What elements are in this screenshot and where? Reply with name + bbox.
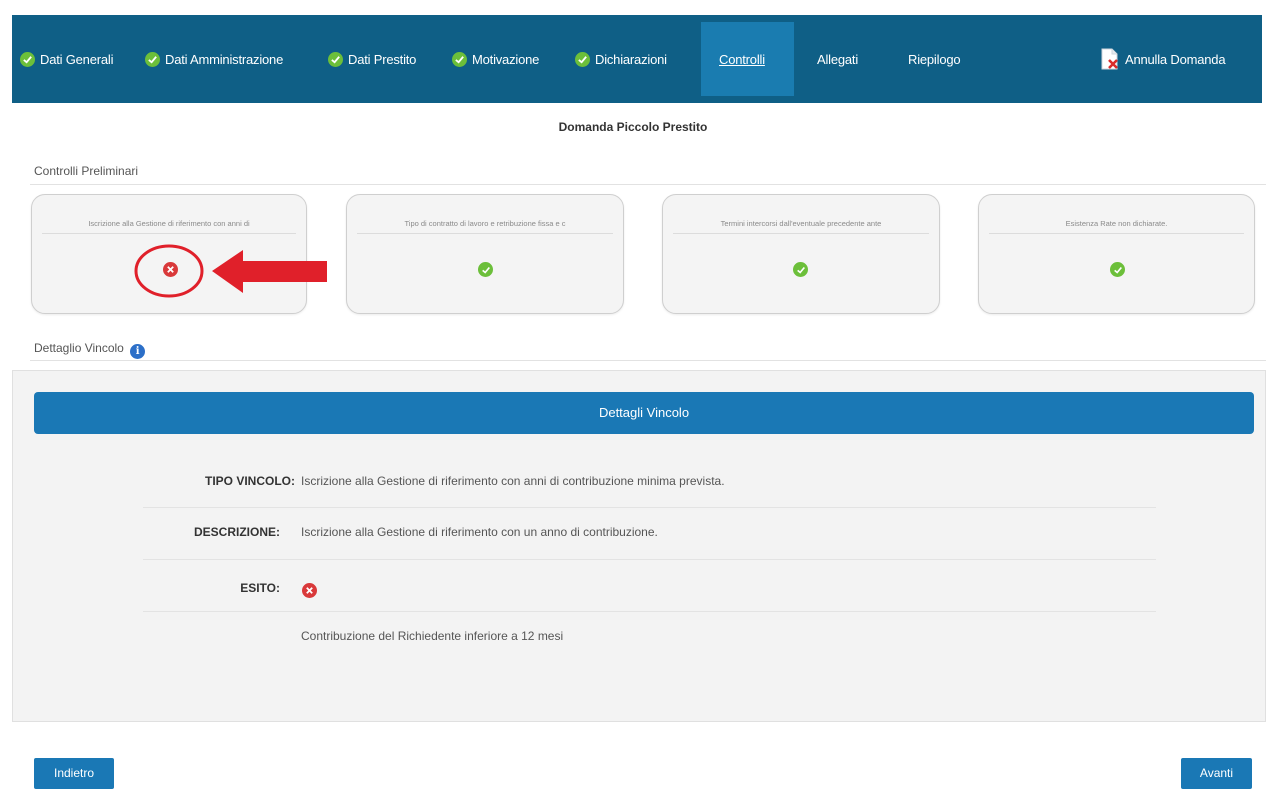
tab-label: Motivazione (472, 51, 540, 67)
tab-allegati[interactable]: Allegati (817, 45, 858, 73)
tab-label: Controlli (719, 51, 765, 67)
check-icon (145, 51, 160, 67)
ok-icon (793, 262, 808, 277)
tipo-vincolo-label: TIPO VINCOLO: (205, 474, 295, 488)
tab-label: Dichiarazioni (595, 51, 667, 67)
check-card-rate[interactable]: Esistenza Rate non dichiarate. (978, 194, 1255, 314)
tab-label: Allegati (817, 51, 859, 67)
wizard-nav: Dati Generali Dati Amministrazione Dati … (12, 15, 1262, 103)
document-cancel-icon (1100, 48, 1120, 70)
tab-label: Dati Amministrazione (165, 51, 284, 67)
row-divider (143, 611, 1156, 612)
detail-header: Dettagli Vincolo (34, 392, 1254, 434)
esito-error-icon (302, 583, 317, 598)
info-icon[interactable]: i (130, 344, 146, 359)
descrizione-value: Iscrizione alla Gestione di riferimento … (301, 525, 658, 539)
card-divider (673, 233, 929, 234)
annotation-circle-arrow (134, 244, 327, 298)
card-divider (989, 233, 1244, 234)
section-divider (30, 360, 1266, 361)
check-card-contratto[interactable]: Tipo di contratto di lavoro e retribuzio… (346, 194, 624, 314)
page-title: Domanda Piccolo Prestito (558, 120, 708, 134)
tab-dichiarazioni[interactable]: Dichiarazioni (575, 45, 667, 73)
tab-dati-prestito[interactable]: Dati Prestito (328, 45, 416, 73)
tab-label: Dati Prestito (348, 51, 417, 67)
section-divider (30, 184, 1266, 185)
check-icon (20, 51, 35, 67)
indietro-button[interactable]: Indietro (34, 758, 114, 789)
tab-label: Dati Generali (40, 51, 114, 67)
check-card-text: Esistenza Rate non dichiarate. (1065, 219, 1168, 228)
avanti-button[interactable]: Avanti (1181, 758, 1252, 789)
esito-label: ESITO: (240, 581, 280, 595)
dettaglio-vincolo-text: Dettaglio Vincolo (34, 341, 124, 355)
check-card-text: Iscrizione alla Gestione di riferimento … (88, 219, 250, 228)
check-icon (328, 51, 343, 67)
tab-riepilogo[interactable]: Riepilogo (908, 45, 961, 73)
annulla-domanda-button[interactable]: Annulla Domanda (1100, 45, 1226, 73)
tab-motivazione[interactable]: Motivazione (452, 45, 539, 73)
ok-icon (478, 262, 493, 277)
check-card-termini[interactable]: Termini intercorsi dall'eventuale preced… (662, 194, 940, 314)
card-divider (357, 233, 613, 234)
check-card-text: Termini intercorsi dall'eventuale preced… (720, 219, 882, 228)
annulla-domanda-label: Annulla Domanda (1125, 51, 1226, 67)
row-divider (143, 559, 1156, 560)
ok-icon (1110, 262, 1125, 277)
controlli-preliminari-label: Controlli Preliminari (34, 164, 139, 178)
check-icon (575, 51, 590, 67)
check-icon (452, 51, 467, 67)
descrizione-label: DESCRIZIONE: (193, 525, 280, 539)
dettaglio-vincolo-label: Dettaglio Vincolo i (34, 341, 146, 359)
card-divider (42, 233, 296, 234)
tab-controlli[interactable]: Controlli (719, 45, 765, 73)
check-card-text: Tipo di contratto di lavoro e retribuzio… (404, 219, 566, 228)
row-divider (143, 507, 1156, 508)
tab-dati-amministrazione[interactable]: Dati Amministrazione (145, 45, 283, 73)
tab-label: Riepilogo (908, 51, 961, 67)
tab-dati-generali[interactable]: Dati Generali (20, 45, 113, 73)
esito-note: Contribuzione del Richiedente inferiore … (301, 629, 564, 643)
detail-panel: Dettagli Vincolo TIPO VINCOLO: Iscrizion… (12, 370, 1266, 722)
tipo-vincolo-value: Iscrizione alla Gestione di riferimento … (301, 474, 725, 488)
